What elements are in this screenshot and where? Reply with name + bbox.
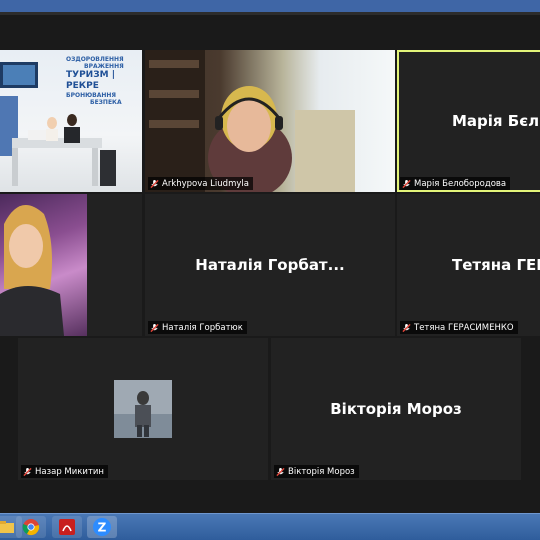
participant-name: Наталія Горбатюк [162, 322, 243, 333]
studio-sign-line: ОЗДОРОВЛЕННЯ [66, 56, 124, 63]
participant-video [0, 194, 142, 336]
mic-muted-icon [150, 179, 159, 188]
video-tile-herasymenko[interactable]: Тетяна ГЕР Тетяна ГЕРАСИМЕНКО [397, 194, 540, 336]
zoom-icon: Z [93, 518, 111, 536]
participant-name: Вікторія Мороз [288, 466, 355, 477]
mic-muted-icon [402, 323, 411, 332]
studio-sign-line: БРОНЮВАННЯ [66, 92, 117, 99]
participant-name-label: Вікторія Мороз [274, 465, 359, 478]
taskbar-chrome-button[interactable] [16, 516, 46, 538]
mic-muted-icon [150, 323, 159, 332]
video-tile-mykytyn[interactable]: Назар Микитин [18, 338, 268, 480]
taskbar-zoom-button[interactable]: Z [87, 516, 117, 538]
video-tile-studio[interactable]: ОЗДОРОВЛЕННЯ ВРАЖЕННЯ ТУРИЗМ | РЕКРЕ БРО… [0, 50, 142, 192]
participant-name-label: Arkhypova Liudmyla [148, 177, 253, 190]
studio-sign-line: ВРАЖЕННЯ [84, 63, 124, 70]
participant-name: Тетяна ГЕРАСИМЕНКО [414, 322, 514, 333]
studio-video: ОЗДОРОВЛЕННЯ ВРАЖЕННЯ ТУРИЗМ | РЕКРЕ БРО… [0, 50, 142, 192]
studio-sign-line: БЕЗПЕКА [90, 99, 122, 106]
mic-muted-icon [23, 467, 32, 476]
participant-name-label: Марія Белобородова [400, 177, 511, 190]
participant-name-label: Тетяна ГЕРАСИМЕНКО [400, 321, 518, 334]
participant-name-label: Назар Микитин [21, 465, 108, 478]
window-top-strip [0, 0, 540, 12]
participant-name-label: Наталія Горбатюк [148, 321, 247, 334]
participant-display-name: Вікторія Мороз [330, 400, 462, 418]
office-scene-illustration [145, 50, 355, 192]
mic-muted-icon [276, 467, 285, 476]
participant-video [145, 50, 395, 192]
participant-display-name: Тетяна ГЕР [452, 256, 540, 274]
portrait-illustration [0, 205, 64, 336]
studio-sign-line: ТУРИЗМ | РЕКРЕ [66, 70, 115, 91]
video-tile-moroz[interactable]: Вікторія Мороз Вікторія Мороз [271, 338, 521, 480]
participant-display-name: Марія Бєл [452, 112, 540, 130]
participant-name: Arkhypova Liudmyla [162, 178, 249, 189]
windows-taskbar: Z [0, 513, 540, 540]
acrobat-icon [59, 519, 75, 535]
profile-avatar [114, 380, 172, 438]
video-tile-horbatiuk[interactable]: Наталія Горбат... Наталія Горбатюк [145, 194, 395, 336]
chrome-icon [22, 519, 40, 536]
participant-name: Марія Белобородова [414, 178, 507, 189]
taskbar-acrobat-button[interactable] [52, 516, 82, 538]
video-tile-portrait[interactable] [0, 194, 142, 336]
mic-muted-icon [402, 179, 411, 188]
folder-icon [0, 521, 14, 533]
svg-text:Z: Z [98, 521, 107, 535]
video-tile-bieloborodova[interactable]: Марія Бєл Марія Белобородова [397, 50, 540, 192]
participant-name: Назар Микитин [35, 466, 104, 477]
window-title-shade [0, 12, 540, 15]
participant-display-name: Наталія Горбат... [195, 256, 345, 274]
video-tile-arkhypova[interactable]: Arkhypova Liudmyla [145, 50, 395, 192]
